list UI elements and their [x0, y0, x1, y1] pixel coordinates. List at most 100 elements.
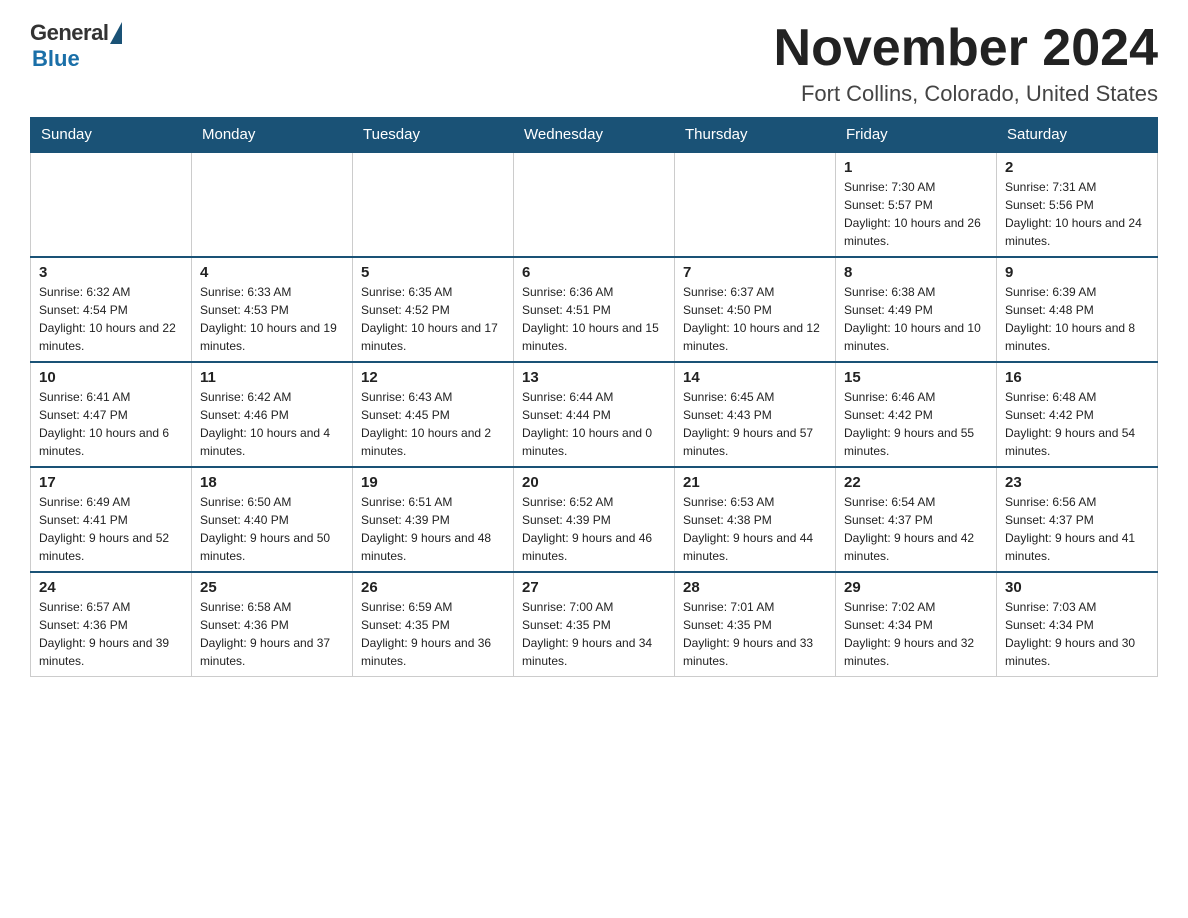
calendar-header-row: SundayMondayTuesdayWednesdayThursdayFrid… — [31, 118, 1158, 153]
day-info: Sunrise: 7:02 AMSunset: 4:34 PMDaylight:… — [844, 598, 988, 670]
day-info: Sunrise: 6:36 AMSunset: 4:51 PMDaylight:… — [522, 283, 666, 355]
weekday-header: Monday — [192, 118, 353, 153]
calendar-cell: 26 Sunrise: 6:59 AMSunset: 4:35 PMDayligh… — [353, 572, 514, 677]
calendar-cell: 20Sunrise: 6:52 AMSunset: 4:39 PMDayligh… — [514, 467, 675, 572]
day-info: Sunrise: 6:48 AMSunset: 4:42 PMDaylight:… — [1005, 388, 1149, 460]
day-number: 25 — [200, 579, 344, 596]
weekday-header: Wednesday — [514, 118, 675, 153]
calendar-table: SundayMondayTuesdayWednesdayThursdayFrid… — [30, 117, 1158, 677]
day-info: Sunrise: 7:01 AMSunset: 4:35 PMDaylight:… — [683, 598, 827, 670]
day-number: 27 — [522, 579, 666, 596]
calendar-week-row: 10 Sunrise: 6:41 AMSunset: 4:47 PMDayligh… — [31, 362, 1158, 467]
weekday-header: Friday — [836, 118, 997, 153]
day-number: 8 — [844, 264, 988, 281]
calendar-cell: 16 Sunrise: 6:48 AMSunset: 4:42 PMDayligh… — [997, 362, 1158, 467]
day-info: Sunrise: 6:54 AMSunset: 4:37 PMDaylight:… — [844, 493, 988, 565]
calendar-cell: 24Sunrise: 6:57 AMSunset: 4:36 PMDayligh… — [31, 572, 192, 677]
calendar-cell — [192, 152, 353, 257]
day-info: Sunrise: 6:39 AMSunset: 4:48 PMDaylight:… — [1005, 283, 1149, 355]
calendar-cell: 6Sunrise: 6:36 AMSunset: 4:51 PMDaylight… — [514, 257, 675, 362]
calendar-cell: 17 Sunrise: 6:49 AMSunset: 4:41 PMDayligh… — [31, 467, 192, 572]
calendar-week-row: 24Sunrise: 6:57 AMSunset: 4:36 PMDayligh… — [31, 572, 1158, 677]
calendar-cell: 15Sunrise: 6:46 AMSunset: 4:42 PMDayligh… — [836, 362, 997, 467]
day-number: 12 — [361, 369, 505, 386]
calendar-cell: 23 Sunrise: 6:56 AMSunset: 4:37 PMDayligh… — [997, 467, 1158, 572]
day-number: 14 — [683, 369, 827, 386]
calendar-cell: 22 Sunrise: 6:54 AMSunset: 4:37 PMDayligh… — [836, 467, 997, 572]
calendar-week-row: 3Sunrise: 6:32 AMSunset: 4:54 PMDaylight… — [31, 257, 1158, 362]
weekday-header: Sunday — [31, 118, 192, 153]
calendar-cell: 11 Sunrise: 6:42 AMSunset: 4:46 PMDayligh… — [192, 362, 353, 467]
day-info: Sunrise: 6:41 AMSunset: 4:47 PMDaylight:… — [39, 388, 183, 460]
day-number: 19 — [361, 474, 505, 491]
day-info: Sunrise: 6:52 AMSunset: 4:39 PMDaylight:… — [522, 493, 666, 565]
day-number: 28 — [683, 579, 827, 596]
calendar-cell: 4Sunrise: 6:33 AMSunset: 4:53 PMDaylight… — [192, 257, 353, 362]
day-number: 11 — [200, 369, 344, 386]
day-number: 21 — [683, 474, 827, 491]
day-info: Sunrise: 6:35 AMSunset: 4:52 PMDaylight:… — [361, 283, 505, 355]
day-info: Sunrise: 7:30 AMSunset: 5:57 PMDaylight:… — [844, 178, 988, 250]
day-number: 17 — [39, 474, 183, 491]
calendar-cell — [31, 152, 192, 257]
weekday-header: Thursday — [675, 118, 836, 153]
day-info: Sunrise: 6:59 AMSunset: 4:35 PMDaylight:… — [361, 598, 505, 670]
day-number: 13 — [522, 369, 666, 386]
day-number: 26 — [361, 579, 505, 596]
day-info: Sunrise: 6:42 AMSunset: 4:46 PMDaylight:… — [200, 388, 344, 460]
day-info: Sunrise: 7:31 AMSunset: 5:56 PMDaylight:… — [1005, 178, 1149, 250]
calendar-cell: 29 Sunrise: 7:02 AMSunset: 4:34 PMDayligh… — [836, 572, 997, 677]
day-number: 9 — [1005, 264, 1149, 281]
page-header: General Blue November 2024 Fort Collins,… — [30, 20, 1158, 107]
day-info: Sunrise: 6:56 AMSunset: 4:37 PMDaylight:… — [1005, 493, 1149, 565]
day-number: 22 — [844, 474, 988, 491]
calendar-cell — [353, 152, 514, 257]
calendar-cell: 25 Sunrise: 6:58 AMSunset: 4:36 PMDayligh… — [192, 572, 353, 677]
day-number: 15 — [844, 369, 988, 386]
calendar-cell: 7 Sunrise: 6:37 AMSunset: 4:50 PMDaylight… — [675, 257, 836, 362]
day-number: 18 — [200, 474, 344, 491]
calendar-cell: 18 Sunrise: 6:50 AMSunset: 4:40 PMDayligh… — [192, 467, 353, 572]
calendar-cell — [514, 152, 675, 257]
day-info: Sunrise: 6:44 AMSunset: 4:44 PMDaylight:… — [522, 388, 666, 460]
day-number: 16 — [1005, 369, 1149, 386]
calendar-cell: 1Sunrise: 7:30 AMSunset: 5:57 PMDaylight… — [836, 152, 997, 257]
day-number: 10 — [39, 369, 183, 386]
day-info: Sunrise: 6:37 AMSunset: 4:50 PMDaylight:… — [683, 283, 827, 355]
day-number: 24 — [39, 579, 183, 596]
calendar-cell: 2 Sunrise: 7:31 AMSunset: 5:56 PMDaylight… — [997, 152, 1158, 257]
calendar-cell: 21Sunrise: 6:53 AMSunset: 4:38 PMDayligh… — [675, 467, 836, 572]
calendar-cell: 28 Sunrise: 7:01 AMSunset: 4:35 PMDayligh… — [675, 572, 836, 677]
calendar-cell: 8 Sunrise: 6:38 AMSunset: 4:49 PMDaylight… — [836, 257, 997, 362]
logo-general-text: General — [30, 20, 108, 46]
day-info: Sunrise: 7:03 AMSunset: 4:34 PMDaylight:… — [1005, 598, 1149, 670]
day-number: 2 — [1005, 159, 1149, 176]
logo-blue-text: Blue — [32, 46, 80, 72]
day-info: Sunrise: 6:50 AMSunset: 4:40 PMDaylight:… — [200, 493, 344, 565]
calendar-cell: 14 Sunrise: 6:45 AMSunset: 4:43 PMDayligh… — [675, 362, 836, 467]
day-number: 23 — [1005, 474, 1149, 491]
day-number: 5 — [361, 264, 505, 281]
location-title: Fort Collins, Colorado, United States — [774, 81, 1158, 107]
month-title: November 2024 — [774, 20, 1158, 77]
calendar-cell: 27 Sunrise: 7:00 AMSunset: 4:35 PMDayligh… — [514, 572, 675, 677]
calendar-cell: 3Sunrise: 6:32 AMSunset: 4:54 PMDaylight… — [31, 257, 192, 362]
day-number: 7 — [683, 264, 827, 281]
logo-triangle-icon — [110, 22, 122, 44]
calendar-cell — [675, 152, 836, 257]
day-info: Sunrise: 6:58 AMSunset: 4:36 PMDaylight:… — [200, 598, 344, 670]
calendar-cell: 12 Sunrise: 6:43 AMSunset: 4:45 PMDayligh… — [353, 362, 514, 467]
day-info: Sunrise: 6:43 AMSunset: 4:45 PMDaylight:… — [361, 388, 505, 460]
calendar-week-row: 17 Sunrise: 6:49 AMSunset: 4:41 PMDayligh… — [31, 467, 1158, 572]
day-number: 30 — [1005, 579, 1149, 596]
calendar-cell: 19Sunrise: 6:51 AMSunset: 4:39 PMDayligh… — [353, 467, 514, 572]
day-info: Sunrise: 6:45 AMSunset: 4:43 PMDaylight:… — [683, 388, 827, 460]
day-info: Sunrise: 6:33 AMSunset: 4:53 PMDaylight:… — [200, 283, 344, 355]
day-number: 29 — [844, 579, 988, 596]
calendar-cell: 13 Sunrise: 6:44 AMSunset: 4:44 PMDayligh… — [514, 362, 675, 467]
calendar-cell: 30 Sunrise: 7:03 AMSunset: 4:34 PMDayligh… — [997, 572, 1158, 677]
day-info: Sunrise: 7:00 AMSunset: 4:35 PMDaylight:… — [522, 598, 666, 670]
day-info: Sunrise: 6:38 AMSunset: 4:49 PMDaylight:… — [844, 283, 988, 355]
day-info: Sunrise: 6:49 AMSunset: 4:41 PMDaylight:… — [39, 493, 183, 565]
calendar-cell: 10 Sunrise: 6:41 AMSunset: 4:47 PMDayligh… — [31, 362, 192, 467]
